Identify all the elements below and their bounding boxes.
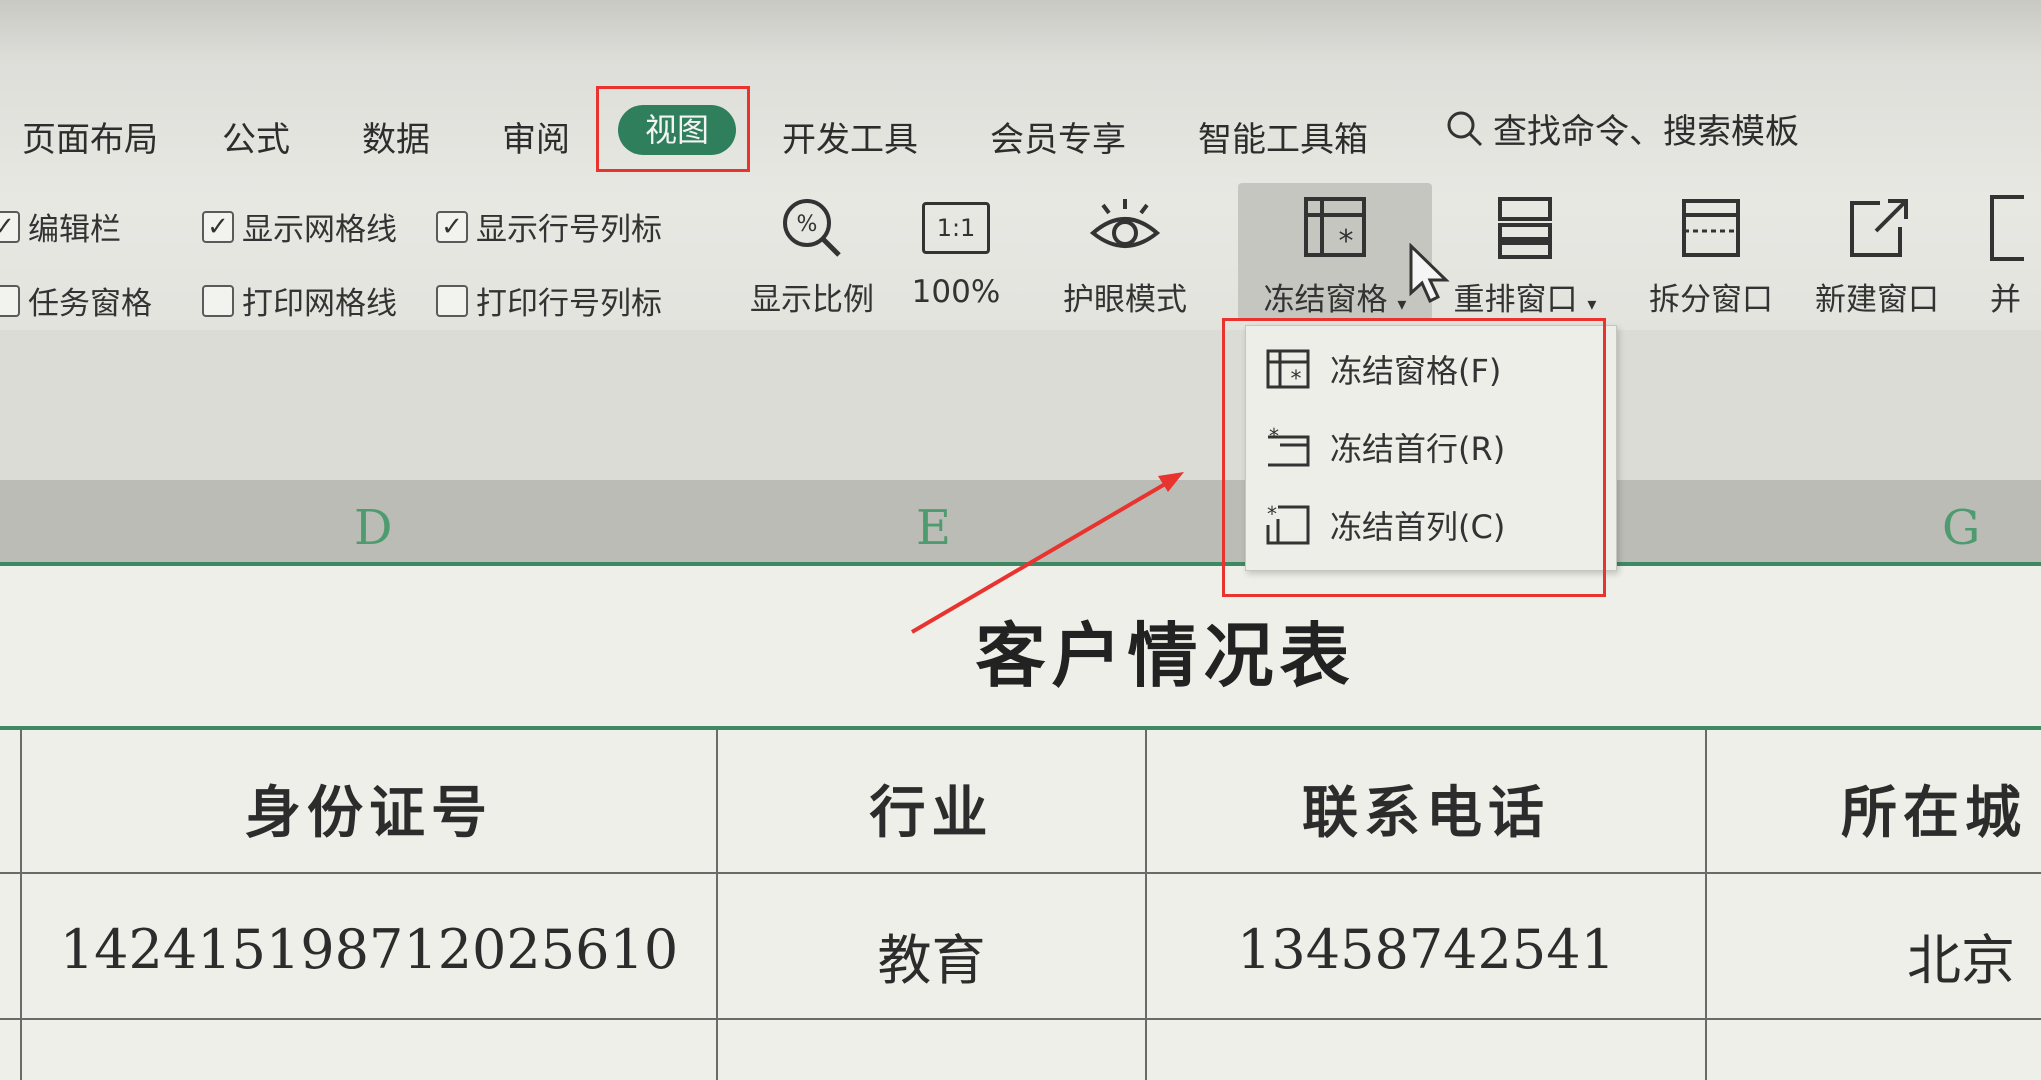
table-cell[interactable]: 13458742541: [1147, 918, 1705, 981]
search-label: 查找命令、搜索模板: [1493, 112, 1799, 152]
checkbox-edit-bar[interactable]: ✓ 编辑栏: [0, 204, 121, 249]
search-icon: [1447, 111, 1483, 146]
table-header-cell[interactable]: 所在城: [1707, 768, 2041, 849]
row-divider: [0, 1018, 2041, 1020]
table-cell[interactable]: 北京: [1707, 916, 2041, 995]
new-window-icon: [1850, 199, 1908, 257]
tab-formulas[interactable]: 公式: [222, 112, 290, 161]
rearrange-windows-icon: [1498, 197, 1552, 259]
column-header-g[interactable]: G: [1942, 500, 1980, 556]
tab-member[interactable]: 会员专享: [990, 112, 1126, 161]
table-cell[interactable]: 142415198712025610: [22, 918, 716, 981]
checkbox-empty-icon: [0, 284, 20, 317]
tab-review[interactable]: 审阅: [502, 112, 570, 161]
chevron-down-icon: ▾: [1587, 294, 1597, 315]
tab-data[interactable]: 数据: [362, 112, 430, 161]
sheet-title[interactable]: 客户情况表: [0, 600, 2041, 701]
tab-developer[interactable]: 开发工具: [782, 112, 918, 161]
split-window-icon: [1682, 199, 1740, 257]
side-by-side-icon: [1990, 195, 2024, 261]
tab-page-layout[interactable]: 页面布局: [22, 112, 158, 161]
title-underline: [0, 726, 2041, 730]
column-header-e[interactable]: E: [916, 500, 951, 556]
zoom-button[interactable]: % 显示比例: [738, 188, 886, 319]
table-header-cell[interactable]: 联系电话: [1147, 768, 1705, 849]
side-by-side-button[interactable]: 并: [1990, 188, 2041, 319]
row-divider: [0, 872, 2041, 874]
eye-care-button[interactable]: 护眼模式: [1050, 188, 1200, 319]
checkbox-task-pane[interactable]: 任务窗格: [0, 278, 152, 323]
eye-icon: [1089, 199, 1161, 248]
checkbox-show-gridlines[interactable]: ✓ 显示网格线: [202, 204, 397, 249]
checkbox-show-headers[interactable]: ✓ 显示行号列标: [436, 204, 662, 249]
rearrange-windows-button[interactable]: 重排窗口 ▾: [1440, 188, 1610, 319]
freeze-panes-icon: *: [1304, 197, 1366, 259]
svg-text:%: %: [797, 212, 818, 237]
checkbox-checked-icon: ✓: [0, 210, 20, 243]
dropdown-highlight-box: [1222, 318, 1606, 597]
zoom-percent-icon: %: [783, 199, 841, 257]
checkbox-empty-icon: [202, 284, 234, 317]
table-header-cell[interactable]: 身份证号: [22, 768, 716, 849]
freeze-panes-button[interactable]: * 冻结窗格 ▾: [1244, 188, 1426, 319]
svg-text:*: *: [1339, 224, 1354, 259]
table-cell[interactable]: 教育: [718, 916, 1145, 995]
checkbox-checked-icon: ✓: [436, 210, 468, 243]
tab-view-highlight-box: [596, 86, 750, 172]
one-to-one-icon: 1:1: [922, 202, 990, 254]
checkbox-print-headers[interactable]: 打印行号列标: [436, 278, 662, 323]
checkbox-empty-icon: [436, 284, 468, 317]
checkbox-checked-icon: ✓: [202, 210, 234, 243]
checkbox-print-gridlines[interactable]: 打印网格线: [202, 278, 397, 323]
column-header-strip: [0, 480, 2041, 566]
column-header-d[interactable]: D: [354, 500, 392, 556]
command-search[interactable]: 查找命令、搜索模板: [1445, 104, 1799, 153]
split-window-button[interactable]: 拆分窗口: [1636, 188, 1786, 319]
new-window-button[interactable]: 新建窗口: [1802, 188, 1952, 319]
zoom-100-button[interactable]: 1:1 100%: [898, 188, 1014, 310]
table-header-cell[interactable]: 行业: [718, 768, 1145, 849]
chevron-down-icon: ▾: [1397, 294, 1407, 315]
tab-smart-toolbox[interactable]: 智能工具箱: [1198, 112, 1368, 161]
